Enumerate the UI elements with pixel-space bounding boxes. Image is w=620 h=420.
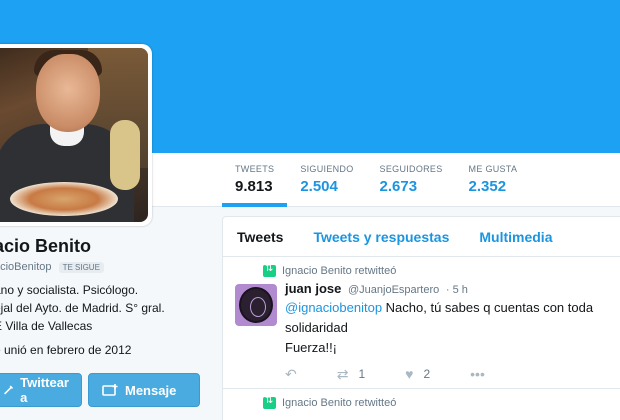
- tweet-author-avatar[interactable]: [235, 284, 277, 326]
- heart-icon: ♥: [405, 366, 414, 382]
- profile-name[interactable]: acio Benito: [0, 236, 204, 257]
- bio-line: ejal del Ayto. de Madrid. S° gral.: [0, 301, 165, 315]
- quill-icon: [4, 385, 14, 395]
- stat-tweets[interactable]: TWEETS 9.813: [222, 153, 288, 207]
- tweet-author-handle[interactable]: @JuanjoEspartero: [348, 284, 439, 296]
- retweet-context: Ignacio Benito retwitteó: [263, 395, 611, 409]
- tweet-mention[interactable]: @ignaciobenitop: [285, 300, 382, 315]
- stat-label: SEGUIDORES: [379, 164, 443, 174]
- profile-card: acio Benito acioBenitop TE SIGUE ano y s…: [0, 236, 204, 357]
- stat-label: SIGUIENDO: [300, 164, 354, 174]
- more-icon: •••: [470, 366, 485, 382]
- tweet-timestamp[interactable]: · 5 h: [446, 284, 468, 296]
- stat-following[interactable]: SIGUIENDO 2.504: [287, 153, 366, 207]
- reply-action[interactable]: ↶: [285, 366, 297, 383]
- more-action[interactable]: •••: [470, 366, 485, 382]
- retweet-action-icon: ⇄: [336, 365, 349, 382]
- retweet-count: 1: [358, 367, 366, 381]
- retweet-icon: [263, 263, 276, 277]
- retweet-icon: [263, 395, 276, 409]
- stat-label: ME GUSTA: [468, 164, 518, 174]
- profile-handle-row: acioBenitop TE SIGUE: [0, 261, 204, 273]
- tab-tweets[interactable]: Tweets: [237, 229, 283, 245]
- joined-date: e unió en febrero de 2012: [0, 343, 132, 357]
- tweet-item[interactable]: Ignacio Benito retwitteó: [223, 389, 620, 409]
- profile-handle[interactable]: acioBenitop: [0, 261, 52, 273]
- tweet-actions: ↶ ⇄ 1 ♥ 2 •••: [285, 360, 611, 388]
- timeline: Tweets Tweets y respuestas Multimedia Ig…: [222, 216, 620, 420]
- tweet-item[interactable]: Ignacio Benito retwitteó juan jose @Juan…: [223, 257, 620, 389]
- tab-tweets-and-replies[interactable]: Tweets y respuestas: [313, 229, 449, 245]
- stat-value: 9.813: [235, 178, 273, 195]
- tweet-header: juan jose @JuanjoEspartero · 5 h: [285, 281, 611, 296]
- tweet-text-line: solidaridad: [285, 320, 348, 335]
- tweet-text-line: Fuerza!!¡: [285, 340, 338, 355]
- tweet-text: @ignaciobenitop Nacho, tú sabes q cuenta…: [285, 298, 611, 358]
- bio-line: E Villa de Vallecas: [0, 319, 93, 333]
- retweet-label[interactable]: Ignacio Benito retwitteó: [282, 265, 396, 277]
- stat-followers[interactable]: SEGUIDORES 2.673: [367, 153, 456, 207]
- profile-stats-nav: TWEETS 9.813 SIGUIENDO 2.504 SEGUIDORES …: [222, 153, 530, 207]
- avatar-photo: [0, 48, 148, 222]
- message-button[interactable]: Mensaje: [88, 373, 200, 407]
- profile-avatar[interactable]: [0, 44, 152, 226]
- reply-icon: ↶: [285, 365, 297, 382]
- bio-line: ano y socialista. Psicólogo.: [0, 283, 139, 297]
- retweet-action[interactable]: ⇄ 1: [337, 366, 365, 383]
- tab-media[interactable]: Multimedia: [479, 229, 552, 245]
- timeline-tabs: Tweets Tweets y respuestas Multimedia: [223, 217, 620, 257]
- stat-likes[interactable]: ME GUSTA 2.352: [456, 153, 531, 207]
- retweet-context: Ignacio Benito retwitteó: [263, 263, 611, 277]
- message-label: Mensaje: [125, 382, 177, 398]
- stat-label: TWEETS: [235, 164, 275, 174]
- envelope-plus-icon: [102, 384, 118, 396]
- tweet-text-line: Nacho, tú sabes q cuentas con toda: [382, 300, 594, 315]
- stat-value: 2.352: [468, 178, 507, 195]
- stat-value: 2.673: [379, 178, 418, 195]
- tweet-to-button[interactable]: Twittear a: [0, 373, 82, 407]
- tweet-author-name[interactable]: juan jose: [285, 281, 341, 296]
- like-count: 2: [423, 367, 431, 381]
- tweet-to-label: Twittear a: [20, 375, 69, 405]
- follows-you-badge: TE SIGUE: [58, 262, 104, 273]
- like-action[interactable]: ♥ 2: [405, 366, 430, 382]
- retweet-label[interactable]: Ignacio Benito retwitteó: [282, 397, 396, 409]
- profile-bio: ano y socialista. Psicólogo. ejal del Ay…: [0, 281, 204, 335]
- stat-value: 2.504: [300, 178, 338, 195]
